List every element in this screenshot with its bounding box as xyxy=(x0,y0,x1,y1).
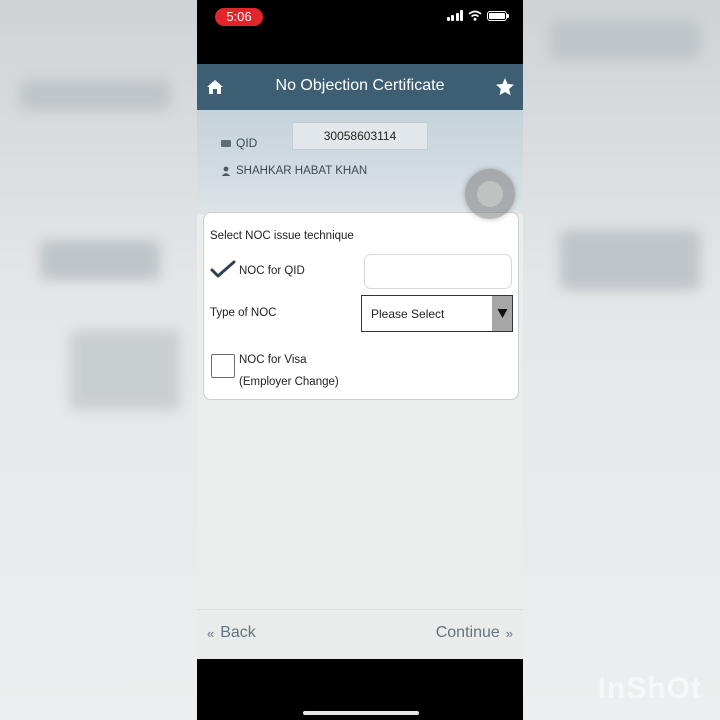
double-chevron-left-icon: « xyxy=(207,625,215,641)
noc-form-card: Select NOC issue technique NOC for QID T… xyxy=(203,212,519,400)
type-of-noc-select[interactable]: Please Select xyxy=(361,295,513,332)
page-title: No Objection Certificate xyxy=(275,77,445,94)
status-bar: 5:06 xyxy=(197,0,523,64)
double-chevron-right-icon: » xyxy=(505,625,513,641)
name-row: SHAHKAR HABAT KHAN xyxy=(221,165,367,177)
qid-label: QID xyxy=(236,136,258,150)
user-icon xyxy=(221,166,231,176)
app-header: No Objection Certificate xyxy=(197,64,523,110)
watermark: InShOt xyxy=(597,672,702,705)
status-time: 5:06 xyxy=(215,8,263,26)
checkmark-icon[interactable] xyxy=(210,260,236,278)
noc-for-visa-label-line2: (Employer Change) xyxy=(239,376,339,388)
noc-for-visa-label-line1: NOC for Visa xyxy=(239,354,307,366)
signal-icon xyxy=(446,10,463,21)
footer-nav: « Back Continue » xyxy=(197,609,523,659)
background-blur xyxy=(560,230,700,290)
background-blur xyxy=(550,20,700,60)
type-of-noc-label: Type of NOC xyxy=(210,307,277,319)
section-label: Select NOC issue technique xyxy=(210,230,354,242)
home-indicator[interactable] xyxy=(303,711,419,715)
wifi-icon xyxy=(468,10,482,21)
phone-screen: 5:06 No Objection Certificate QID 300586… xyxy=(197,0,523,720)
noc-for-visa-checkbox[interactable] xyxy=(211,354,235,378)
touch-indicator xyxy=(465,169,515,219)
app-screen: No Objection Certificate QID 30058603114… xyxy=(197,64,523,659)
qid-value: 30058603114 xyxy=(292,122,428,150)
user-name: SHAHKAR HABAT KHAN xyxy=(236,165,368,177)
continue-label: Continue xyxy=(435,624,500,641)
id-card-icon xyxy=(221,139,231,147)
background-blur xyxy=(40,240,160,280)
background-blur xyxy=(70,330,180,410)
background-blur xyxy=(20,80,170,110)
noc-for-visa-label[interactable]: NOC for Visa (Employer Change) xyxy=(239,349,339,393)
dropdown-arrow-icon[interactable] xyxy=(492,296,512,331)
type-of-noc-value: Please Select xyxy=(371,307,445,321)
continue-button[interactable]: Continue » xyxy=(436,624,513,642)
back-label: Back xyxy=(220,624,256,641)
noc-qid-input[interactable] xyxy=(364,254,512,289)
back-button[interactable]: « Back xyxy=(207,624,256,642)
qid-row: QID xyxy=(221,136,257,150)
battery-icon xyxy=(487,10,507,21)
star-icon[interactable] xyxy=(493,75,517,99)
noc-for-qid-label[interactable]: NOC for QID xyxy=(239,265,305,277)
status-icons xyxy=(446,10,509,21)
